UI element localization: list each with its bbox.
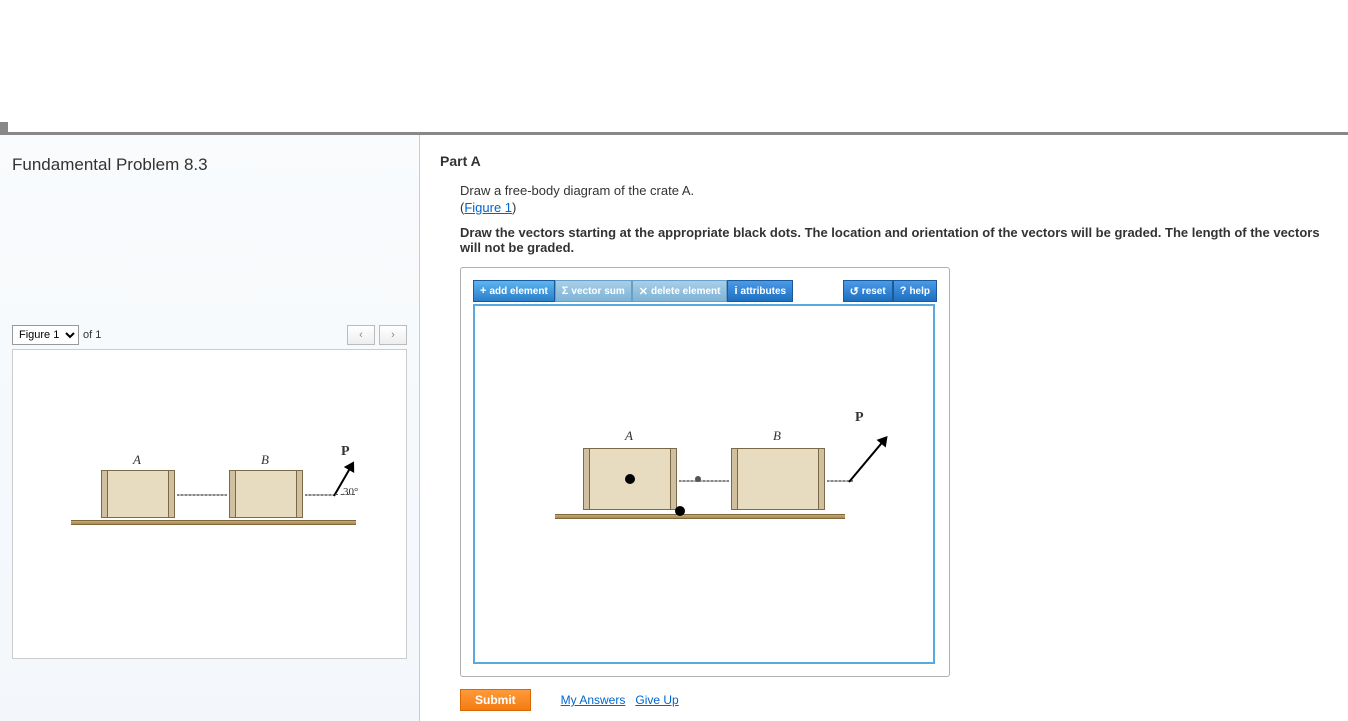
submit-button[interactable]: Submit	[460, 689, 531, 711]
left-panel: Fundamental Problem 8.3 Figure 1 of 1 ‹ …	[0, 135, 420, 721]
reset-button[interactable]: ↺reset	[843, 280, 893, 302]
figure-selector-bar: Figure 1 of 1 ‹ ›	[12, 325, 407, 345]
drawing-canvas[interactable]: A B P	[473, 304, 935, 664]
canvas-force-p-label: P	[855, 410, 864, 426]
attributes-button[interactable]: iattributes	[727, 280, 793, 302]
figure-angle-label: 30°	[343, 486, 358, 498]
canvas-crate-b-label: B	[773, 428, 781, 444]
canvas-dot-center-a[interactable]	[625, 474, 635, 484]
main-content: Fundamental Problem 8.3 Figure 1 of 1 ‹ …	[0, 135, 1348, 721]
delete-element-button[interactable]: ✕delete element	[632, 280, 728, 302]
submit-row: Submit My Answers Give Up	[460, 689, 1328, 711]
vector-toolbar: +add element Σvector sum ✕delete element…	[473, 280, 937, 302]
problem-title: Fundamental Problem 8.3	[12, 155, 407, 175]
figure-select[interactable]: Figure 1	[12, 325, 79, 345]
instruction-block: Draw a free-body diagram of the crate A.…	[440, 183, 1328, 255]
figure-prev-button[interactable]: ‹	[347, 325, 375, 345]
vector-tool-container: +add element Σvector sum ✕delete element…	[460, 267, 950, 677]
question-icon: ?	[900, 285, 907, 297]
info-icon: i	[734, 285, 737, 297]
grading-instruction: Draw the vectors starting at the appropr…	[460, 225, 1328, 255]
my-answers-link[interactable]: My Answers	[561, 693, 626, 707]
vector-sum-button[interactable]: Σvector sum	[555, 280, 632, 302]
canvas-crate-a-label: A	[625, 428, 633, 444]
undo-icon: ↺	[850, 285, 859, 298]
sigma-icon: Σ	[562, 285, 569, 297]
figure-1-image: A B P 30°	[12, 349, 407, 659]
top-spacer	[0, 0, 1348, 135]
give-up-link[interactable]: Give Up	[635, 693, 678, 707]
figure-next-button[interactable]: ›	[379, 325, 407, 345]
plus-icon: +	[480, 285, 486, 297]
canvas-dot-rope[interactable]	[695, 476, 701, 482]
help-button[interactable]: ?help	[893, 280, 937, 302]
instruction-text: Draw a free-body diagram of the crate A.	[460, 183, 1328, 198]
figure-crate-b-label: B	[261, 452, 269, 468]
figure-crate-a-label: A	[133, 452, 141, 468]
figure-count-label: of 1	[83, 329, 101, 341]
figure-link[interactable]: Figure 1	[464, 200, 512, 215]
canvas-dot-bottom-a[interactable]	[675, 506, 685, 516]
add-element-button[interactable]: +add element	[473, 280, 555, 302]
x-icon: ✕	[639, 285, 648, 298]
figure-force-p-label: P	[341, 444, 350, 460]
right-panel: Part A Draw a free-body diagram of the c…	[420, 135, 1348, 721]
part-title: Part A	[440, 153, 1328, 169]
